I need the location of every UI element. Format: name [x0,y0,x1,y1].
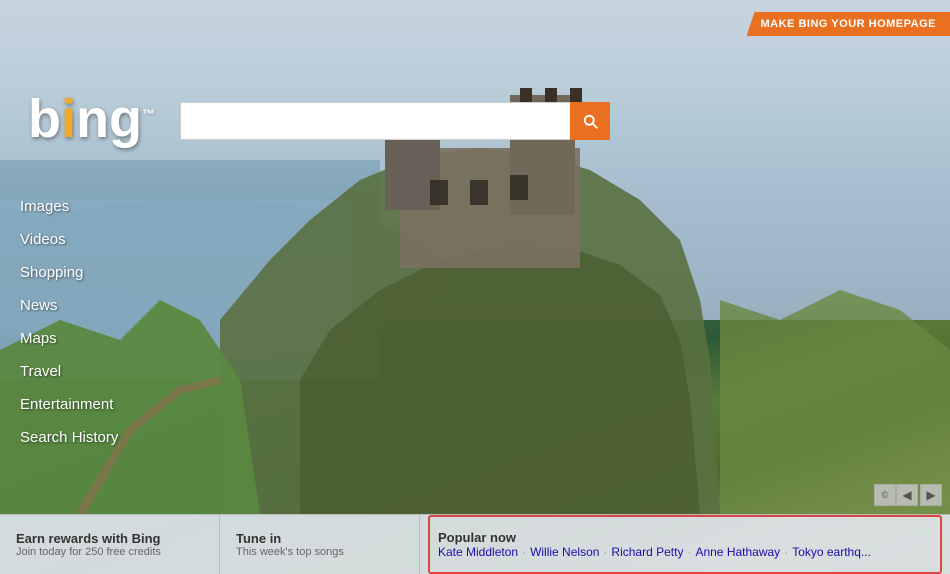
next-image-button[interactable]: ▶ [920,484,942,506]
separator: · [784,545,788,559]
earn-rewards-label: Earn rewards with Bing [16,531,203,546]
bottom-bar: Earn rewards with Bing Join today for 25… [0,514,950,574]
tune-in-section: Tune in This week's top songs [220,515,420,574]
tune-in-label: Tune in [236,531,403,546]
popular-item-0[interactable]: Kate Middleton [438,545,518,559]
nav-sidebar: Images Videos Shopping News Maps Travel … [0,190,155,454]
popular-item-1[interactable]: Willie Nelson [530,545,599,559]
popular-item-4[interactable]: Tokyo earthq... [792,545,871,559]
sidebar-item-videos[interactable]: Videos [0,223,155,256]
sidebar-item-shopping[interactable]: Shopping [0,256,155,289]
popular-item-2[interactable]: Richard Petty [611,545,683,559]
popular-item-3[interactable]: Anne Hathaway [695,545,780,559]
sidebar-item-travel[interactable]: Travel [0,355,155,388]
sidebar-item-search-history[interactable]: Search History [0,421,155,454]
search-input[interactable] [180,102,570,140]
prev-image-button[interactable]: ◀ [896,484,918,506]
make-homepage-button[interactable]: MAKE BING YOUR HOMEPAGE [747,12,950,36]
sidebar-item-entertainment[interactable]: Entertainment [0,388,155,421]
separator: · [687,545,691,559]
separator: · [522,545,526,559]
earn-rewards-sub: Join today for 250 free credits [16,546,203,558]
popular-now-label: Popular now [438,530,932,545]
earn-rewards-section: Earn rewards with Bing Join today for 25… [0,515,220,574]
search-icon [581,112,599,130]
image-nav-arrows: ◀ ▶ [896,484,942,506]
search-button[interactable] [570,102,610,140]
search-bar [180,102,610,140]
sidebar-item-maps[interactable]: Maps [0,322,155,355]
separator: · [603,545,607,559]
tune-in-sub: This week's top songs [236,546,403,558]
bing-logo: bing™ [28,88,155,150]
copyright-icon: © [874,484,896,506]
popular-items-list: Kate Middleton · Willie Nelson · Richard Pet… [438,545,932,559]
sidebar-item-images[interactable]: Images [0,190,155,223]
sidebar-item-news[interactable]: News [0,289,155,322]
popular-now-section: Popular now Kate Middleton · Willie Nelson… [428,515,942,574]
